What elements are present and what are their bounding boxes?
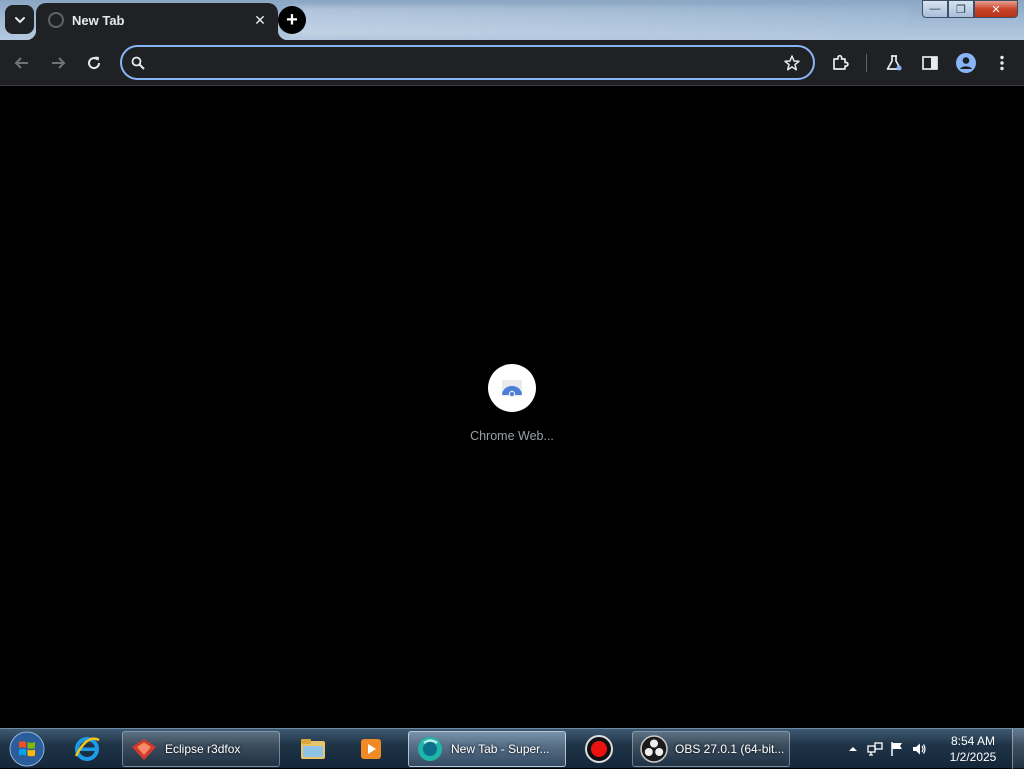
start-button[interactable] bbox=[6, 730, 48, 768]
tray-volume[interactable] bbox=[908, 738, 930, 760]
flask-icon bbox=[886, 55, 902, 71]
extensions-button[interactable] bbox=[825, 48, 855, 78]
system-tray bbox=[842, 729, 930, 769]
close-tab-button[interactable]: ✕ bbox=[250, 10, 270, 30]
maximize-button[interactable]: ❐ bbox=[948, 0, 974, 18]
minimize-button[interactable]: — bbox=[922, 0, 948, 18]
tab-title: New Tab bbox=[72, 13, 125, 28]
close-window-button[interactable]: ✕ bbox=[974, 0, 1018, 18]
firefox-fork-icon bbox=[129, 734, 159, 764]
clock-time: 8:54 AM bbox=[950, 734, 996, 748]
address-input[interactable] bbox=[154, 51, 774, 75]
labs-button[interactable] bbox=[879, 48, 909, 78]
bookmark-star-button[interactable] bbox=[781, 52, 803, 74]
forward-button[interactable] bbox=[43, 48, 73, 78]
speaker-icon bbox=[913, 743, 926, 755]
web-store-icon bbox=[502, 380, 522, 398]
shortcut-chrome-web-store[interactable]: Chrome Web... bbox=[460, 363, 564, 453]
taskbar-item-label: New Tab - Super... bbox=[451, 742, 550, 756]
titlebar-glass bbox=[290, 6, 910, 36]
taskbar-item-label: Eclipse r3dfox bbox=[165, 742, 241, 756]
clock-date: 1/2/2025 bbox=[949, 750, 997, 764]
network-icon bbox=[867, 742, 883, 756]
reload-icon bbox=[88, 56, 101, 70]
arrow-left-icon bbox=[14, 57, 28, 69]
window-controls: — ❐ ✕ bbox=[922, 0, 1018, 18]
globe-icon bbox=[48, 12, 64, 28]
taskbar: Eclipse r3dfox New Tab - Super... OBS 27… bbox=[0, 728, 1024, 769]
shortcut-label: Chrome Web... bbox=[470, 429, 554, 443]
chevron-up-icon bbox=[849, 747, 857, 751]
taskbar-eclipse-r3dfox[interactable]: Eclipse r3dfox bbox=[122, 731, 280, 767]
reload-button[interactable] bbox=[79, 48, 109, 78]
side-panel-button[interactable] bbox=[915, 48, 945, 78]
windows-logo-icon bbox=[9, 731, 45, 767]
chrome-fork-icon bbox=[415, 734, 445, 764]
side-panel-icon bbox=[922, 56, 938, 70]
back-button[interactable] bbox=[7, 48, 37, 78]
taskbar-recorder[interactable] bbox=[578, 731, 624, 767]
clock[interactable]: 8:54 AM 1/2/2025 bbox=[940, 733, 1006, 765]
search-icon bbox=[131, 56, 145, 70]
menu-button[interactable] bbox=[987, 48, 1017, 78]
taskbar-item-label: OBS 27.0.1 (64-bit... bbox=[675, 742, 785, 756]
taskbar-new-tab-browser[interactable]: New Tab - Super... bbox=[408, 731, 566, 767]
tab-new-tab[interactable]: New Tab ✕ bbox=[26, 3, 288, 40]
tray-expand-button[interactable] bbox=[842, 738, 864, 760]
arrow-right-icon bbox=[52, 57, 66, 69]
new-tab-button[interactable]: + bbox=[278, 6, 306, 34]
tab-strip: New Tab ✕ + — ❐ ✕ bbox=[0, 0, 1024, 40]
puzzle-piece-icon bbox=[833, 54, 849, 70]
toolbar-separator bbox=[866, 54, 867, 72]
flag-icon bbox=[891, 742, 902, 756]
taskbar-media-player[interactable] bbox=[350, 731, 396, 767]
internet-explorer-icon bbox=[72, 734, 102, 764]
taskbar-ie[interactable] bbox=[66, 731, 114, 767]
obs-icon bbox=[639, 734, 669, 764]
star-icon bbox=[784, 55, 800, 71]
new-tab-page: Chrome Web... bbox=[0, 87, 1024, 728]
taskbar-obs[interactable]: OBS 27.0.1 (64-bit... bbox=[632, 731, 790, 767]
media-player-icon bbox=[356, 734, 386, 764]
taskbar-explorer[interactable] bbox=[292, 731, 338, 767]
browser-toolbar bbox=[0, 40, 1024, 86]
address-bar[interactable] bbox=[120, 45, 815, 80]
folder-icon bbox=[298, 734, 328, 764]
tray-action-center[interactable] bbox=[886, 738, 908, 760]
show-desktop-button[interactable] bbox=[1012, 729, 1024, 769]
shortcut-tile bbox=[488, 364, 536, 412]
tray-network[interactable] bbox=[864, 738, 886, 760]
profile-button[interactable] bbox=[951, 48, 981, 78]
record-icon bbox=[584, 734, 614, 764]
chevron-down-icon bbox=[14, 16, 25, 23]
avatar-icon bbox=[956, 53, 976, 73]
more-vert-icon bbox=[1000, 55, 1004, 71]
